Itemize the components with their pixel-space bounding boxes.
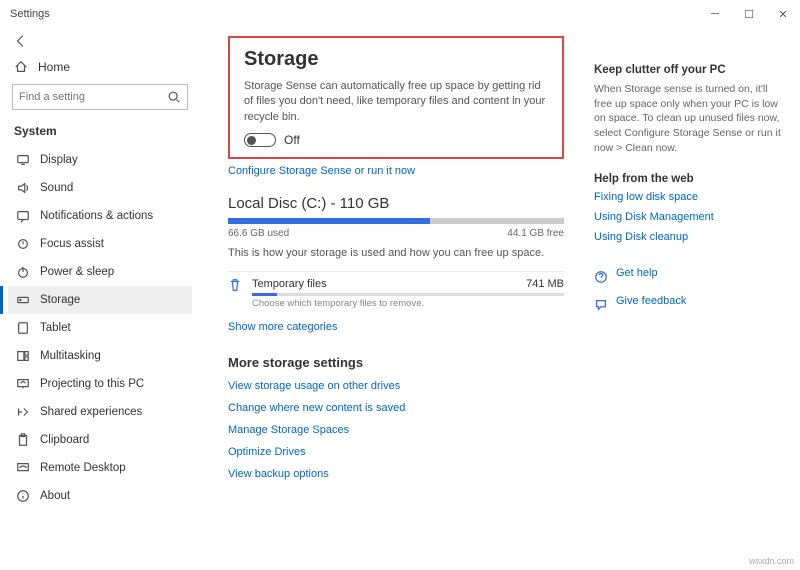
link-storage-spaces[interactable]: Manage Storage Spaces xyxy=(228,424,564,436)
disk-free-label: 44.1 GB free xyxy=(507,228,564,239)
sidebar-item-display[interactable]: Display xyxy=(8,146,192,174)
multitasking-icon xyxy=(16,349,30,363)
sidebar-item-tablet[interactable]: Tablet xyxy=(8,314,192,342)
link-optimize-drives[interactable]: Optimize Drives xyxy=(228,446,564,458)
aside-heading-clutter: Keep clutter off your PC xyxy=(594,64,784,76)
sidebar: Home System Display Sound Notifications … xyxy=(0,28,200,570)
trash-icon xyxy=(228,278,242,295)
link-new-content[interactable]: Change where new content is saved xyxy=(228,402,564,414)
more-settings-heading: More storage settings xyxy=(228,355,564,370)
help-icon xyxy=(594,270,608,284)
title-bar: Settings ─ ☐ ✕ xyxy=(0,0,800,28)
search-input[interactable] xyxy=(19,91,167,103)
shared-icon xyxy=(16,405,30,419)
sidebar-item-notifications[interactable]: Notifications & actions xyxy=(8,202,192,230)
main-content: Storage Storage Sense can automatically … xyxy=(228,36,564,570)
tablet-icon xyxy=(16,321,30,335)
sidebar-item-focus[interactable]: Focus assist xyxy=(8,230,192,258)
temp-files-row[interactable]: Temporary files 741 MB Choose which temp… xyxy=(228,271,564,309)
power-icon xyxy=(16,265,30,279)
link-other-drives[interactable]: View storage usage on other drives xyxy=(228,380,564,392)
home-icon xyxy=(14,60,28,74)
display-icon xyxy=(16,153,30,167)
give-feedback-link[interactable]: Give feedback xyxy=(594,295,784,315)
storage-sense-box: Storage Storage Sense can automatically … xyxy=(228,36,564,159)
sidebar-item-multitasking[interactable]: Multitasking xyxy=(8,342,192,370)
notifications-icon xyxy=(16,209,30,223)
toggle-label: Off xyxy=(284,133,300,147)
close-button[interactable]: ✕ xyxy=(766,0,800,28)
sidebar-item-sound[interactable]: Sound xyxy=(8,174,192,202)
minimize-button[interactable]: ─ xyxy=(698,0,732,28)
watermark: wsxdn.com xyxy=(749,556,794,566)
page-title: Storage xyxy=(244,48,548,71)
sidebar-item-power[interactable]: Power & sleep xyxy=(8,258,192,286)
disk-heading: Local Disc (C:) - 110 GB xyxy=(228,195,564,212)
show-more-categories-link[interactable]: Show more categories xyxy=(228,321,564,333)
sidebar-item-clipboard[interactable]: Clipboard xyxy=(8,426,192,454)
aside-clutter-text: When Storage sense is turned on, it'll f… xyxy=(594,82,784,155)
usage-description: This is how your storage is used and how… xyxy=(228,247,564,259)
home-label: Home xyxy=(38,60,70,74)
temp-files-label: Temporary files xyxy=(252,278,327,290)
sidebar-section-label: System xyxy=(8,120,192,146)
clipboard-icon xyxy=(16,433,30,447)
about-icon xyxy=(16,489,30,503)
focus-icon xyxy=(16,237,30,251)
sound-icon xyxy=(16,181,30,195)
storage-sense-toggle[interactable] xyxy=(244,133,276,147)
aside-panel: Keep clutter off your PC When Storage se… xyxy=(594,36,784,570)
sidebar-item-shared[interactable]: Shared experiences xyxy=(8,398,192,426)
link-backup-options[interactable]: View backup options xyxy=(228,468,564,480)
configure-storage-sense-link[interactable]: Configure Storage Sense or run it now xyxy=(228,165,415,177)
sidebar-item-about[interactable]: About xyxy=(8,482,192,510)
sidebar-item-projecting[interactable]: Projecting to this PC xyxy=(8,370,192,398)
temp-files-size: 741 MB xyxy=(526,278,564,290)
storage-sense-description: Storage Sense can automatically free up … xyxy=(244,79,548,125)
help-link-disk-mgmt[interactable]: Using Disk Management xyxy=(594,211,784,223)
temp-files-bar xyxy=(252,293,564,296)
sidebar-home[interactable]: Home xyxy=(8,54,192,84)
search-box[interactable] xyxy=(12,84,188,110)
projecting-icon xyxy=(16,377,30,391)
help-link-disk-cleanup[interactable]: Using Disk cleanup xyxy=(594,231,784,243)
maximize-button[interactable]: ☐ xyxy=(732,0,766,28)
feedback-icon xyxy=(594,298,608,312)
help-link-low-disk[interactable]: Fixing low disk space xyxy=(594,191,784,203)
app-title: Settings xyxy=(10,8,50,20)
aside-heading-help: Help from the web xyxy=(594,173,784,185)
sidebar-item-remote[interactable]: Remote Desktop xyxy=(8,454,192,482)
sidebar-item-storage[interactable]: Storage xyxy=(8,286,192,314)
back-icon[interactable] xyxy=(14,34,28,48)
storage-icon xyxy=(16,293,30,307)
temp-files-hint: Choose which temporary files to remove. xyxy=(252,298,564,309)
search-icon xyxy=(167,90,181,104)
get-help-link[interactable]: Get help xyxy=(594,267,784,287)
disk-usage-bar xyxy=(228,218,564,224)
disk-used-label: 66.6 GB used xyxy=(228,228,289,239)
remote-icon xyxy=(16,461,30,475)
